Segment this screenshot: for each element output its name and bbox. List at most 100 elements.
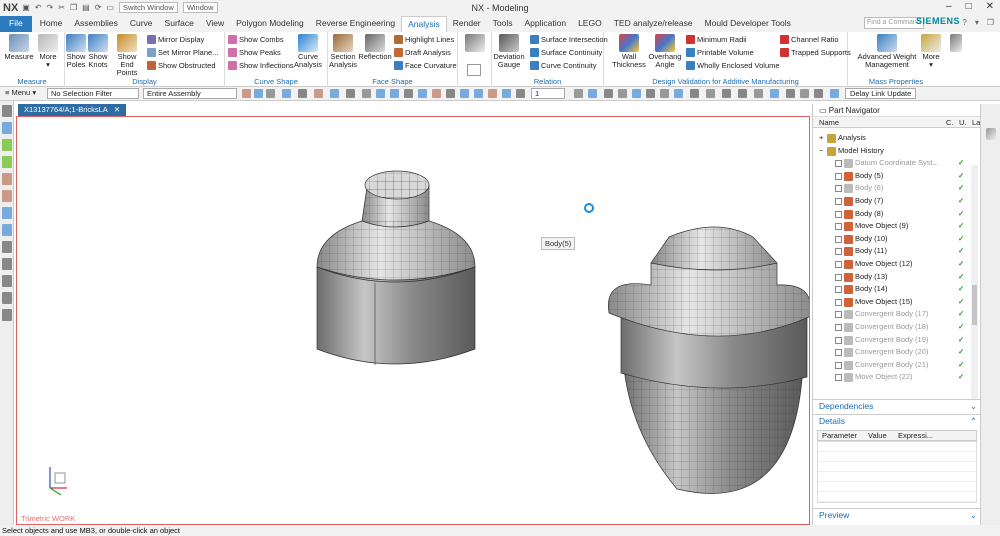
- show-obstructed-button[interactable]: Show Obstructed: [147, 61, 216, 70]
- show-peaks-button[interactable]: Show Peaks: [228, 48, 281, 57]
- column-value[interactable]: Value: [868, 431, 887, 440]
- navigator-tree-item[interactable]: Convergent Body (19) ✓: [813, 334, 971, 347]
- show-inflections-button[interactable]: Show Inflections: [228, 61, 294, 70]
- visibility-checkbox[interactable]: [835, 298, 842, 306]
- resource-bar-icon[interactable]: [2, 156, 12, 168]
- toolbar-tool-icon[interactable]: [474, 89, 483, 98]
- deviation-gauge-button[interactable]: Deviation Gauge: [492, 34, 526, 69]
- window-menu[interactable]: Window: [182, 2, 218, 13]
- resource-bar-icon[interactable]: [2, 309, 12, 321]
- graphics-viewport[interactable]: Body(5) Trimetric WORK: [16, 116, 810, 525]
- navigator-tree-item[interactable]: Body (10) ✓: [813, 233, 971, 246]
- extra-tool-button[interactable]: [946, 34, 966, 53]
- set-mirror-plane-button[interactable]: Set Mirror Plane...: [147, 48, 218, 57]
- visibility-checkbox[interactable]: [835, 273, 842, 281]
- navigator-tree-item[interactable]: Convergent Body (20) ✓: [813, 346, 971, 359]
- scrollbar-thumb[interactable]: [972, 285, 977, 325]
- toolbar-tool-icon[interactable]: [404, 89, 413, 98]
- visibility-checkbox[interactable]: [835, 349, 842, 357]
- toolbar-tool-icon[interactable]: [362, 89, 371, 98]
- wall-thickness-button[interactable]: Wall Thickness: [612, 34, 646, 69]
- tab-tools[interactable]: Tools: [487, 16, 519, 32]
- toolbar-tool-icon[interactable]: [488, 89, 497, 98]
- toolbar-tool-icon[interactable]: [502, 89, 511, 98]
- navigator-tree-item[interactable]: Move Object (15) ✓: [813, 296, 971, 309]
- reflection-button[interactable]: Reflection: [358, 34, 392, 61]
- toolbar-tool-icon[interactable]: [706, 89, 715, 98]
- navigator-tree-item[interactable]: Body (13) ✓: [813, 271, 971, 284]
- tab-mould-developer-tools[interactable]: Mould Developer Tools: [699, 16, 797, 32]
- selection-filter-select[interactable]: No Selection Filter: [47, 88, 139, 99]
- close-icon[interactable]: ✕: [986, 1, 994, 12]
- toolbar-tool-icon[interactable]: [460, 89, 469, 98]
- navigator-tree-item[interactable]: Move Object (12) ✓: [813, 258, 971, 271]
- measure-more-button[interactable]: More ▾: [35, 34, 61, 69]
- toolbar-tool-icon[interactable]: [282, 89, 291, 98]
- resource-bar-icon[interactable]: [2, 105, 12, 117]
- maximize-icon[interactable]: □: [966, 1, 972, 12]
- visibility-checkbox[interactable]: [835, 235, 842, 243]
- resource-bar-icon[interactable]: [2, 275, 12, 287]
- visibility-checkbox[interactable]: [835, 286, 842, 294]
- navigator-tree-item[interactable]: − Model History: [813, 145, 971, 158]
- ribbon-options-icon[interactable]: ▾: [975, 18, 979, 27]
- tab-render[interactable]: Render: [447, 16, 487, 32]
- toolbar-tool-icon[interactable]: [786, 89, 795, 98]
- tab-ted-analyze-release[interactable]: TED analyze/release: [608, 16, 699, 32]
- navigator-tree-item[interactable]: Body (8) ✓: [813, 208, 971, 221]
- visibility-checkbox[interactable]: [835, 198, 842, 205]
- navigator-tree-item[interactable]: Body (5) ✓: [813, 170, 971, 183]
- visibility-checkbox[interactable]: [835, 210, 842, 218]
- resource-bar-icon[interactable]: [2, 224, 12, 236]
- restore-icon[interactable]: ❐: [987, 18, 994, 27]
- toolbar-tool-icon[interactable]: [346, 89, 355, 98]
- toolbar-tool-icon[interactable]: [516, 89, 525, 98]
- navigator-tree-item[interactable]: Body (6) ✓: [813, 182, 971, 195]
- visibility-checkbox[interactable]: [835, 374, 842, 382]
- highlight-lines-button[interactable]: Highlight Lines: [394, 35, 454, 44]
- menu-button[interactable]: ≡ Menu ▾: [2, 88, 44, 99]
- tab-view[interactable]: View: [200, 16, 230, 32]
- details-panel-header[interactable]: Details ⌃: [813, 414, 981, 427]
- tab-curve[interactable]: Curve: [124, 16, 159, 32]
- toolbar-tool-icon[interactable]: [722, 89, 731, 98]
- column-u[interactable]: U.: [959, 117, 967, 128]
- model-scene[interactable]: [17, 117, 810, 525]
- toolbar-tool-icon[interactable]: [254, 89, 263, 98]
- resource-bar-icon[interactable]: [2, 190, 12, 202]
- printable-volume-button[interactable]: Printable Volume: [686, 48, 754, 57]
- close-tab-icon[interactable]: ✕: [114, 104, 120, 116]
- navigator-tree-item[interactable]: Convergent Body (17) ✓: [813, 308, 971, 321]
- tab-analysis[interactable]: Analysis: [401, 16, 447, 32]
- toolbar-tool-icon[interactable]: [418, 89, 427, 98]
- toolbar-tool-icon[interactable]: [830, 89, 839, 98]
- toolbar-tool-icon[interactable]: [314, 89, 323, 98]
- visibility-checkbox[interactable]: [835, 185, 842, 193]
- toolbar-tool-icon[interactable]: [814, 89, 823, 98]
- visibility-checkbox[interactable]: [835, 311, 842, 319]
- material-button[interactable]: [464, 34, 486, 53]
- advanced-weight-button[interactable]: Advanced Weight Management: [852, 34, 922, 69]
- toolbar-tool-icon[interactable]: [618, 89, 627, 98]
- column-parameter[interactable]: Parameter: [822, 431, 857, 440]
- assembly-scope-select[interactable]: Entire Assembly: [143, 88, 237, 99]
- undo-icon[interactable]: ↶: [35, 3, 42, 12]
- visibility-checkbox[interactable]: [835, 160, 842, 168]
- document-tab[interactable]: X13137764/A;1-BricksLA ✕: [18, 104, 127, 116]
- tab-file[interactable]: File: [0, 16, 32, 32]
- resource-bar-icon[interactable]: [2, 292, 12, 304]
- toolbar-tool-icon[interactable]: [646, 89, 655, 98]
- navigator-tree-item[interactable]: Move Object (22) ✓: [813, 371, 971, 384]
- navigator-tree-item[interactable]: Datum Coordinate Syst... ✓: [813, 157, 971, 170]
- resource-bar-icon[interactable]: [2, 258, 12, 270]
- toolbar-tool-icon[interactable]: [376, 89, 385, 98]
- show-combs-button[interactable]: Show Combs: [228, 35, 284, 44]
- tab-application[interactable]: Application: [518, 16, 572, 32]
- toolbar-tool-icon[interactable]: [674, 89, 683, 98]
- trapped-supports-button[interactable]: Trapped Supports: [780, 48, 851, 57]
- visibility-checkbox[interactable]: [835, 336, 842, 344]
- column-name[interactable]: Name: [819, 117, 839, 128]
- visibility-checkbox[interactable]: [835, 248, 842, 256]
- toolbar-tool-icon[interactable]: [330, 89, 339, 98]
- cut-icon[interactable]: ✂: [58, 3, 65, 12]
